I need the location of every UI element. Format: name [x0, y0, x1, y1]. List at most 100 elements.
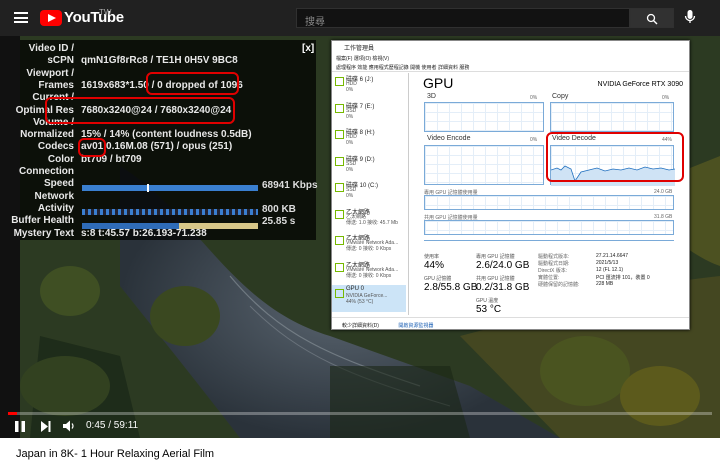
gpu-info-key: 驅動程式版本:: [538, 254, 570, 260]
graph-3d: [424, 102, 544, 132]
menu-icon[interactable]: [14, 12, 28, 23]
engine-label-video-encode: Video Encode: [427, 135, 471, 142]
stats-label: Color: [47, 153, 74, 165]
gpu-info-key: 硬體保留的記憶體:: [538, 282, 580, 288]
buffer-value: 25.85 s: [262, 216, 296, 227]
progress-fill: [8, 412, 18, 415]
stat-value-dedicated: 2.6/24.0 GB: [476, 260, 530, 271]
annotation-optimal-res: [45, 97, 235, 124]
brand-name[interactable]: YouTube: [64, 9, 124, 26]
task-manager-window[interactable]: 工作管理員 檔案(F) 選項(O) 檢視(V) 處理程序 效能 應用程式歷程記錄…: [331, 40, 690, 330]
device-item[interactable]: 乙太網路 乙太網路 傳送: 1.0 接收: 45.7 Mb: [332, 206, 406, 233]
device-item[interactable]: GPU 0 NVIDIA GeForce... 44% (53 °C): [332, 285, 406, 312]
device-subtitle: HDD 0%: [346, 134, 357, 146]
device-item[interactable]: 乙太網路 VMware Network Ada... 傳送: 0 接收: 0 Kbp…: [332, 259, 406, 286]
device-item[interactable]: 磁碟 7 (E:) SSD 0%: [332, 100, 406, 127]
device-sparkline: [335, 130, 344, 139]
device-subtitle: SSD 0%: [346, 107, 357, 120]
pause-icon[interactable]: [14, 420, 26, 433]
gpu-info-value: 27.21.14.6647: [596, 253, 628, 259]
buffer-health-graph: [82, 223, 258, 229]
speed-graph: [82, 185, 258, 191]
stats-row: Codecs av01.0.16M.08 (571) / opus (251): [20, 141, 316, 154]
device-sparkline: [335, 289, 344, 298]
device-subtitle: NVIDIA GeForce... 44% (53 °C): [346, 293, 388, 305]
search-icon: [646, 13, 658, 25]
device-sparkline: [335, 236, 344, 245]
stats-label: Codecs: [37, 141, 74, 153]
graph-shared-memory: [424, 220, 674, 235]
stats-label: Mystery Text: [13, 227, 74, 239]
device-subtitle: SSD 0%: [346, 187, 357, 199]
youtube-header: YouTube TW 搜尋: [0, 0, 720, 36]
stats-label: Frames: [38, 79, 74, 91]
stats-label: Video ID /: [28, 43, 74, 54]
stats-value: 15% / 14% (content loudness 0.5dB): [81, 129, 252, 141]
search-input[interactable]: 搜尋: [296, 8, 630, 28]
stats-row: Normalized 15% / 14% (content loudness 0.…: [20, 129, 316, 142]
stats-label: Buffer Health: [11, 215, 74, 227]
stat-label-usage: 使用率: [424, 254, 440, 260]
resource-monitor-link[interactable]: 開啟資源監視器: [398, 323, 433, 329]
device-title: GPU 0: [346, 286, 365, 292]
youtube-logo-icon[interactable]: [40, 10, 62, 26]
task-manager-footer: 較少詳細資料(D) 開啟資源監視器: [332, 317, 689, 330]
volume-icon[interactable]: [62, 419, 76, 433]
stat-label-dedicated: 專用 GPU 記憶體: [476, 254, 515, 260]
video-title[interactable]: Japan in 8K- 1 Hour Relaxing Aerial Film: [16, 448, 214, 460]
stats-value: qmN1Gf8rRc8 / TE1H 0H5V 9BC8: [81, 55, 238, 67]
device-item[interactable]: 磁碟 8 (H:) HDD 0%: [332, 126, 406, 153]
fewer-details-link[interactable]: 較少詳細資料(D): [342, 323, 379, 329]
device-subtitle: 乙太網路 傳送: 1.0 接收: 45.7 Mb: [346, 213, 398, 226]
device-item[interactable]: 磁碟 10 (C:) SSD 0%: [332, 179, 406, 206]
speed-graph-marker: [147, 184, 149, 192]
stat-value-shared: 0.2/31.8 GB: [476, 282, 530, 293]
device-item[interactable]: 磁碟 6 (J:) HDD 0%: [332, 73, 406, 100]
stats-label: Speed: [43, 178, 74, 190]
stats-label: Activity: [37, 202, 74, 214]
device-sparkline: [335, 209, 344, 219]
stats-row: Mystery Text s:8 t:45.57 b:26.193-71.238: [14, 228, 316, 241]
stat-label-temp: GPU 溫度: [476, 298, 499, 304]
device-subtitle: SSD 0%: [346, 160, 357, 173]
stats-label: Network: [34, 190, 74, 202]
engine-pct-3d: 0%: [530, 95, 538, 101]
engine-pct-copy: 0%: [662, 95, 670, 101]
gpu-info-value: 12 (FL 12.1): [596, 267, 624, 273]
engine-label-copy: Copy: [552, 93, 569, 100]
device-subtitle: HDD 0%: [346, 81, 357, 93]
engine-pct-video-encode: 0%: [530, 137, 538, 143]
device-sparkline: [335, 103, 344, 113]
network-activity-graph: [82, 209, 258, 215]
device-subtitle: VMware Network Ada... 傳送: 0 接收: 0 Kbps: [346, 240, 399, 252]
graph-dedicated-memory: [424, 195, 674, 210]
task-manager-tabs[interactable]: 處理程序 效能 應用程式歷程記錄 開機 使用者 詳細資料 服務: [332, 63, 689, 72]
stats-label: sCPN: [47, 55, 74, 67]
stat-value-temp: 53 °C: [476, 304, 502, 315]
device-sparkline: [335, 156, 344, 166]
next-icon[interactable]: [40, 420, 52, 433]
task-manager-title: 工作管理員: [332, 41, 689, 53]
stats-row: sCPN qmN1Gf8rRc8 / TE1H 0H5V 9BC8: [20, 55, 316, 68]
microphone-icon[interactable]: [684, 9, 696, 25]
device-item[interactable]: 磁碟 9 (D:) SSD 0%: [332, 153, 406, 180]
annotation-video-decode: [546, 132, 684, 182]
stats-row: Video ID /: [20, 43, 316, 56]
annotation-codec: [78, 138, 106, 157]
graph-video-encode: [424, 145, 544, 185]
gpu-info-key: DirectX 版本:: [538, 268, 568, 274]
search-button[interactable]: [630, 8, 674, 28]
stat-value-usage: 44%: [424, 260, 445, 271]
performance-device-list[interactable]: 磁碟 6 (J:) HDD 0% 磁碟 7 (E:) SSD 0% 磁碟 8 (H:) HDD…: [332, 73, 409, 315]
device-item[interactable]: 乙太網路 VMware Network Ada... 傳送: 0 接收: 0 Kbp…: [332, 232, 406, 259]
stats-label: Viewport /: [26, 67, 74, 79]
graph-copy: [550, 102, 674, 132]
stats-row: Color bt709 / bt709: [20, 154, 316, 167]
graph-divider: [424, 240, 674, 241]
progress-bar[interactable]: [8, 412, 712, 415]
stats-label: Connection: [19, 166, 74, 177]
gpu-info-value: PCI 匯流排 101，裝置 0: [596, 275, 650, 281]
gpu-info-key: 驅動程式日期:: [538, 261, 570, 267]
player-controls: 0:45 / 59:11: [0, 416, 720, 438]
device-subtitle: VMware Network Ada... 傳送: 0 接收: 0 Kbps: [346, 266, 399, 279]
